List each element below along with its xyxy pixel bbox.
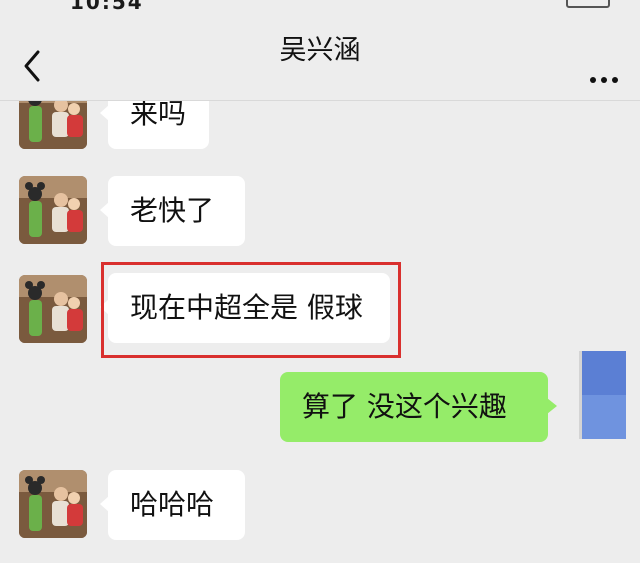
self-avatar[interactable] [579, 351, 626, 439]
contact-avatar[interactable] [19, 470, 87, 538]
highlight-box [101, 262, 401, 358]
message-bubble-outgoing[interactable]: 算了 没这个兴趣 [280, 372, 557, 442]
message-bubble[interactable]: 老快了 [100, 176, 245, 246]
chat-title: 吴兴涵 [279, 35, 361, 66]
message-bubble[interactable]: 哈哈哈 [100, 470, 245, 540]
avatar-photo [19, 470, 87, 538]
avatar-photo [19, 101, 87, 149]
message-list[interactable]: 来吗 老快了 现在中超全是 假球 算了 没这个兴趣 哈哈哈 [0, 101, 640, 563]
avatar-photo [19, 275, 87, 343]
avatar-photo [19, 176, 87, 244]
contact-avatar[interactable] [19, 275, 87, 343]
message-bubble[interactable]: 来吗 [100, 101, 209, 149]
self-avatar-image [582, 351, 626, 439]
contact-avatar[interactable] [19, 101, 87, 149]
contact-avatar[interactable] [19, 176, 87, 244]
